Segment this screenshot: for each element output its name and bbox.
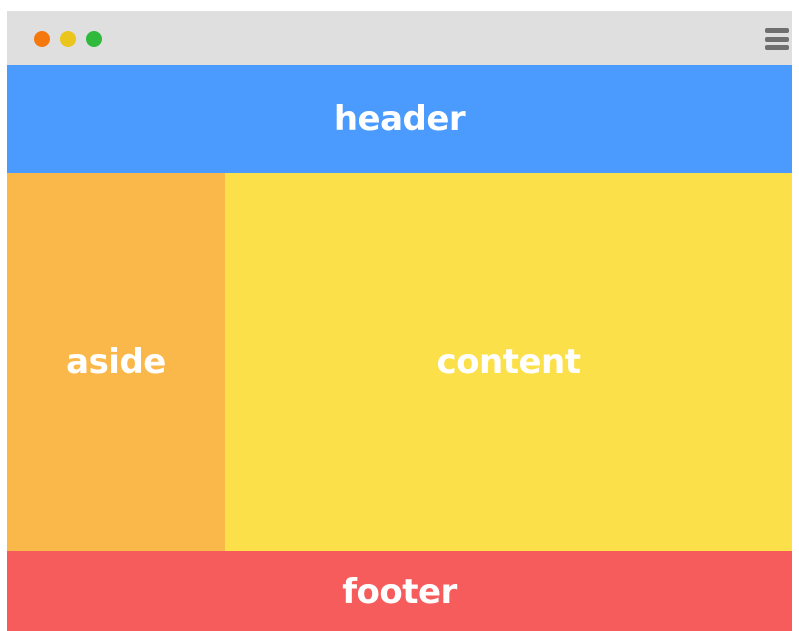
- menu-bar: [765, 45, 789, 50]
- aside-region: aside: [7, 173, 225, 551]
- menu-bar: [765, 28, 789, 33]
- browser-window: header aside content footer: [7, 11, 792, 631]
- window-controls: [34, 31, 102, 47]
- aside-label: aside: [66, 342, 166, 382]
- content-region: content: [225, 173, 792, 551]
- content-label: content: [436, 342, 582, 382]
- minimize-dot-icon[interactable]: [60, 31, 76, 47]
- footer-label: footer: [342, 572, 457, 612]
- footer-region: footer: [7, 551, 792, 631]
- hamburger-icon[interactable]: [765, 28, 789, 50]
- window-titlebar: [7, 11, 792, 65]
- middle-row: aside content: [7, 173, 792, 551]
- header-label: header: [333, 99, 466, 139]
- maximize-dot-icon[interactable]: [86, 31, 102, 47]
- menu-bar: [765, 36, 789, 42]
- header-region: header: [7, 65, 792, 173]
- close-dot-icon[interactable]: [34, 31, 50, 47]
